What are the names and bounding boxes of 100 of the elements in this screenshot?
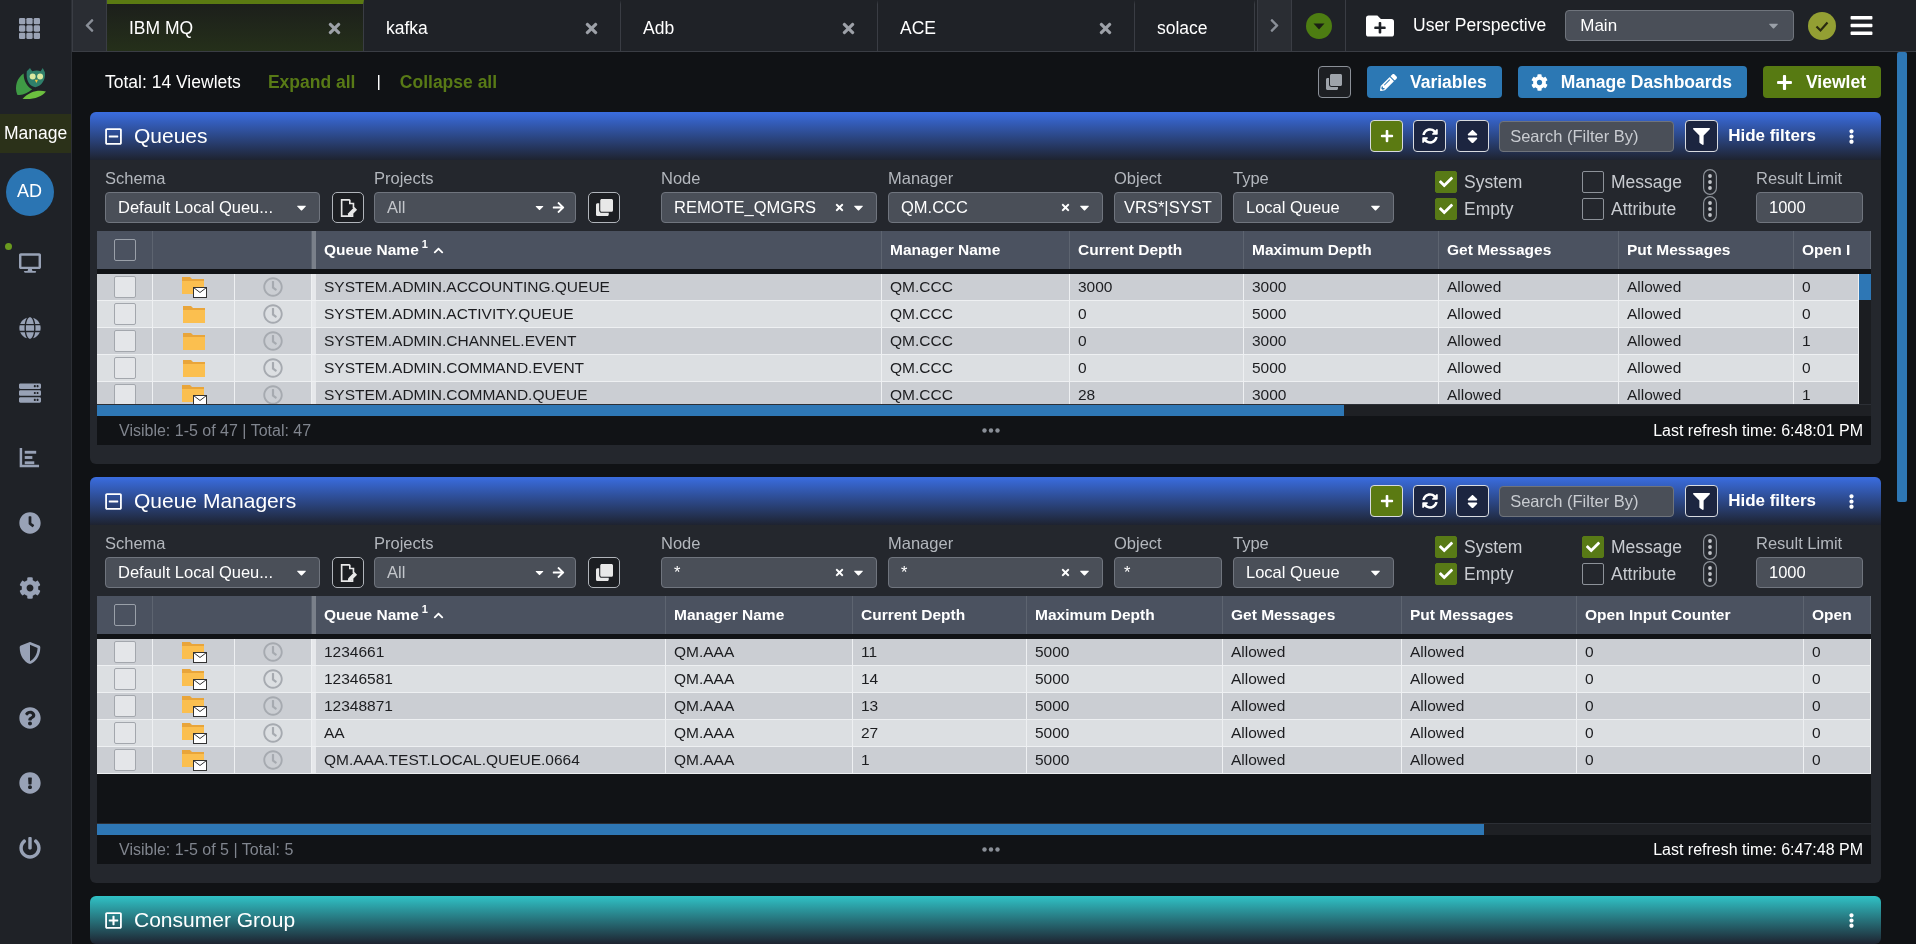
row-checkbox[interactable] xyxy=(113,668,136,690)
select-all-checkbox[interactable] xyxy=(113,239,136,261)
filter-button[interactable] xyxy=(1685,485,1719,517)
column-header[interactable]: Put Messages xyxy=(1402,596,1577,634)
refresh-button[interactable] xyxy=(1413,120,1447,152)
collapse-icon[interactable] xyxy=(104,491,123,511)
row-checkbox[interactable] xyxy=(113,303,136,325)
scrollbar-thumb[interactable] xyxy=(97,824,1485,835)
dropdown-icon[interactable] xyxy=(1305,12,1332,39)
perspective-select[interactable]: Main xyxy=(1565,10,1795,41)
scroll-right-button[interactable] xyxy=(1257,0,1292,51)
row-checkbox[interactable] xyxy=(113,749,136,771)
options-icon[interactable] xyxy=(1703,534,1717,560)
clear-icon[interactable] xyxy=(834,567,845,578)
projects-select[interactable]: All xyxy=(374,192,576,223)
avatar[interactable]: AD xyxy=(5,167,54,216)
column-header[interactable]: Manager Name xyxy=(666,596,853,634)
type-select[interactable]: Local Queue xyxy=(1233,557,1394,588)
scroll-left-button[interactable] xyxy=(72,0,107,51)
copy-button[interactable] xyxy=(588,557,620,588)
edit-button[interactable] xyxy=(332,192,364,223)
checkbox[interactable] xyxy=(1435,198,1457,220)
options-icon[interactable] xyxy=(1703,196,1717,222)
schema-select[interactable]: Default Local Queu... xyxy=(105,557,320,588)
refresh-button[interactable] xyxy=(1413,485,1447,517)
column-header[interactable]: Queue Name $^{1}$ xyxy=(316,231,882,269)
checkbox[interactable] xyxy=(1582,198,1604,220)
checkbox[interactable] xyxy=(1435,536,1457,558)
checkbox[interactable] xyxy=(1582,536,1604,558)
row-checkbox[interactable] xyxy=(113,330,136,352)
type-select[interactable]: Local Queue xyxy=(1233,192,1394,223)
column-header[interactable]: Get Messages xyxy=(1223,596,1402,634)
column-header[interactable]: Current Depth xyxy=(1070,231,1244,269)
gear-icon[interactable] xyxy=(18,576,41,599)
select-all-checkbox[interactable] xyxy=(113,604,136,626)
column-header[interactable]: Get Messages xyxy=(1439,231,1619,269)
clear-icon[interactable] xyxy=(834,202,845,213)
projects-select[interactable]: All xyxy=(374,557,576,588)
object-field[interactable]: VRS*|SYST xyxy=(1114,192,1222,223)
shield-icon[interactable] xyxy=(18,641,41,664)
manager-select[interactable]: QM.CCC xyxy=(888,192,1103,223)
schema-select[interactable]: Default Local Queu... xyxy=(105,192,320,223)
search-field[interactable]: Search (Filter By) xyxy=(1499,120,1675,152)
apps-grid-icon[interactable] xyxy=(19,17,40,39)
node-select[interactable]: REMOTE_QMGRS xyxy=(661,192,877,223)
collapse-icon[interactable] xyxy=(104,126,123,146)
checkbox[interactable] xyxy=(1582,563,1604,585)
expand-icon[interactable] xyxy=(104,910,123,930)
column-header[interactable]: Open Input Counter xyxy=(1577,596,1804,634)
object-field[interactable]: * xyxy=(1114,557,1222,588)
edit-button[interactable]: Variables xyxy=(1366,66,1502,98)
column-header[interactable]: Open I xyxy=(1794,231,1871,269)
manager-select[interactable]: * xyxy=(888,557,1103,588)
ellipsis-icon[interactable] xyxy=(982,428,1000,433)
globe-icon[interactable] xyxy=(18,316,41,339)
add-button[interactable]: Viewlet xyxy=(1763,66,1881,98)
row-checkbox[interactable] xyxy=(113,695,136,717)
checkbox[interactable] xyxy=(1435,171,1457,193)
column-header[interactable]: Open xyxy=(1804,596,1871,634)
column-header[interactable]: Manager Name xyxy=(882,231,1070,269)
options-icon[interactable] xyxy=(1703,561,1717,587)
question-icon[interactable] xyxy=(18,706,41,729)
result-limit-field[interactable]: 1000 xyxy=(1756,557,1863,588)
ellipsis-icon[interactable] xyxy=(982,847,1000,852)
clock-icon[interactable] xyxy=(18,511,41,534)
bar-chart-icon[interactable] xyxy=(19,447,40,468)
row-checkbox[interactable] xyxy=(113,641,136,663)
row-checkbox[interactable] xyxy=(113,722,136,744)
copy-button[interactable] xyxy=(588,192,620,223)
exclamation-icon[interactable] xyxy=(18,771,41,794)
scrollbar-thumb[interactable] xyxy=(1897,52,1907,502)
clear-icon[interactable] xyxy=(1060,567,1071,578)
sort-button[interactable] xyxy=(1456,485,1490,517)
monitor-icon[interactable] xyxy=(18,251,41,274)
hide-filters-button[interactable]: Hide filters xyxy=(1728,126,1816,146)
power-icon[interactable] xyxy=(18,836,41,859)
result-limit-field[interactable]: 1000 xyxy=(1756,192,1863,223)
row-checkbox[interactable] xyxy=(113,357,136,379)
edit-button[interactable] xyxy=(332,557,364,588)
scrollbar-thumb[interactable] xyxy=(1859,274,1871,300)
column-header[interactable]: Queue Name $^{1}$ xyxy=(316,596,666,634)
add-button[interactable] xyxy=(1370,120,1404,152)
column-header[interactable]: Put Messages xyxy=(1619,231,1794,269)
collapse-all-link[interactable]: Collapse all xyxy=(399,71,498,93)
column-header[interactable]: Maximum Depth xyxy=(1027,596,1223,634)
checkbox[interactable] xyxy=(1435,563,1457,585)
hide-filters-button[interactable]: Hide filters xyxy=(1728,491,1816,511)
expand-all-link[interactable]: Expand all xyxy=(267,71,356,93)
column-header[interactable]: Current Depth xyxy=(853,596,1027,634)
row-checkbox[interactable] xyxy=(113,384,136,404)
scrollbar-thumb[interactable] xyxy=(97,405,1345,416)
manage-button[interactable]: Manage Dashboards xyxy=(1517,66,1747,98)
search-field[interactable]: Search (Filter By) xyxy=(1499,485,1675,517)
filter-button[interactable] xyxy=(1685,120,1719,152)
options-icon[interactable] xyxy=(1703,169,1717,195)
column-header[interactable]: Maximum Depth xyxy=(1244,231,1439,269)
row-checkbox[interactable] xyxy=(113,276,136,298)
sort-button[interactable] xyxy=(1456,120,1490,152)
copy-button[interactable] xyxy=(1317,66,1351,98)
node-select[interactable]: * xyxy=(661,557,877,588)
